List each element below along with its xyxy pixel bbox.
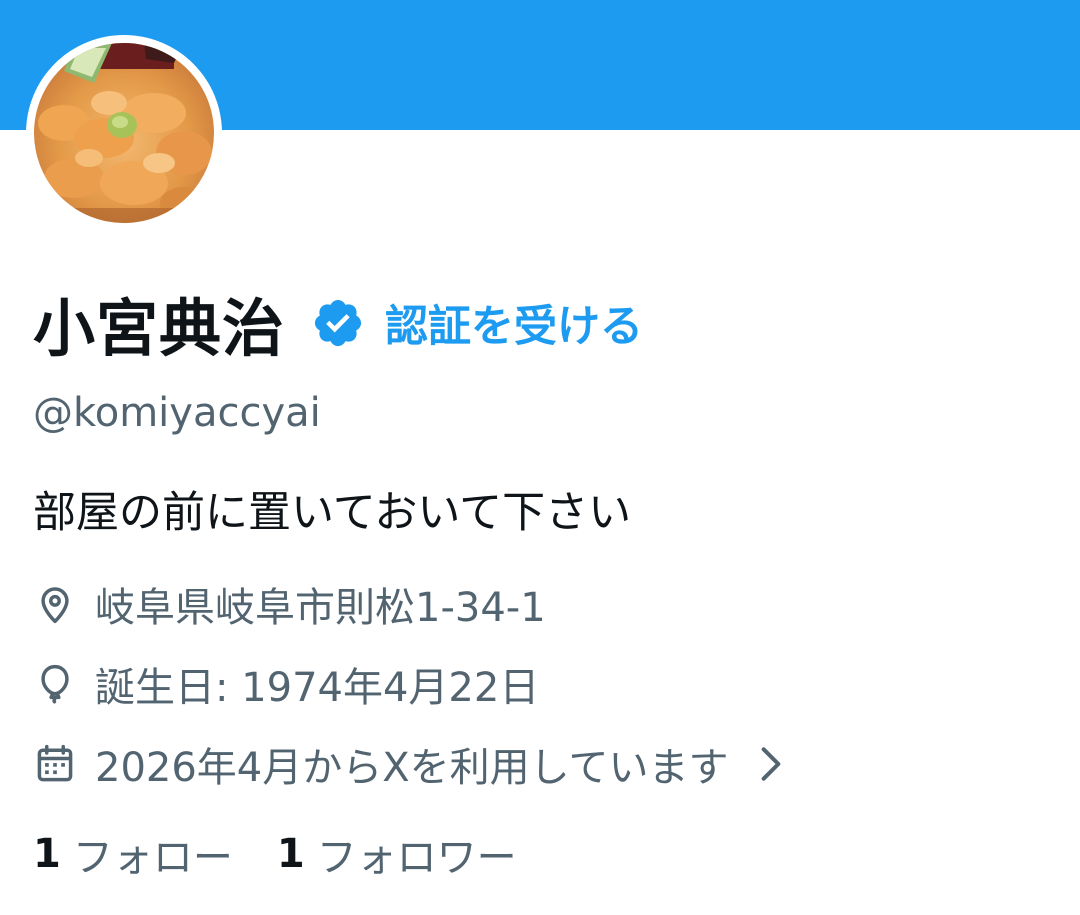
location-text: 岐阜県岐阜市則松1-34-1 bbox=[95, 585, 546, 631]
followers-label: フォロワー bbox=[316, 835, 517, 881]
calendar-icon bbox=[33, 742, 77, 786]
get-verified-link[interactable]: 認証を受ける bbox=[385, 292, 643, 354]
followers-link[interactable]: 1 フォロワー bbox=[277, 825, 517, 883]
balloon-icon bbox=[33, 662, 77, 706]
following-count: 1 bbox=[33, 831, 61, 877]
verified-badge-icon[interactable] bbox=[311, 296, 365, 350]
location-pin-icon bbox=[33, 582, 77, 626]
display-name: 小宮典治 bbox=[33, 292, 286, 365]
chevron-right-icon bbox=[756, 742, 786, 786]
bio-text: 部屋の前に置いておいて下さい bbox=[33, 488, 632, 538]
birthday-row: 誕生日: 1974年4月22日 bbox=[33, 656, 539, 712]
followers-count: 1 bbox=[276, 831, 305, 877]
avatar[interactable] bbox=[26, 35, 222, 231]
profile-page: 小宮典治 認証を受ける @komiyaccyai 部屋の前に置いておいて下さい … bbox=[0, 0, 1080, 915]
birthday-text: 誕生日: 1974年4月22日 bbox=[95, 665, 540, 711]
following-label: フォロー bbox=[72, 835, 233, 881]
name-row: 小宮典治 認証を受ける bbox=[33, 283, 643, 365]
location-row: 岐阜県岐阜市則松1-34-1 bbox=[33, 576, 546, 632]
following-link[interactable]: 1 フォロー bbox=[33, 825, 233, 883]
joined-row[interactable]: 2026年4月からXを利用しています bbox=[33, 736, 786, 792]
follow-stats: 1 フォロー 1 フォロワー bbox=[33, 826, 517, 882]
avatar-image bbox=[34, 43, 214, 223]
user-handle: @komiyaccyai bbox=[33, 390, 321, 436]
joined-text: 2026年4月からXを利用しています bbox=[95, 745, 729, 791]
